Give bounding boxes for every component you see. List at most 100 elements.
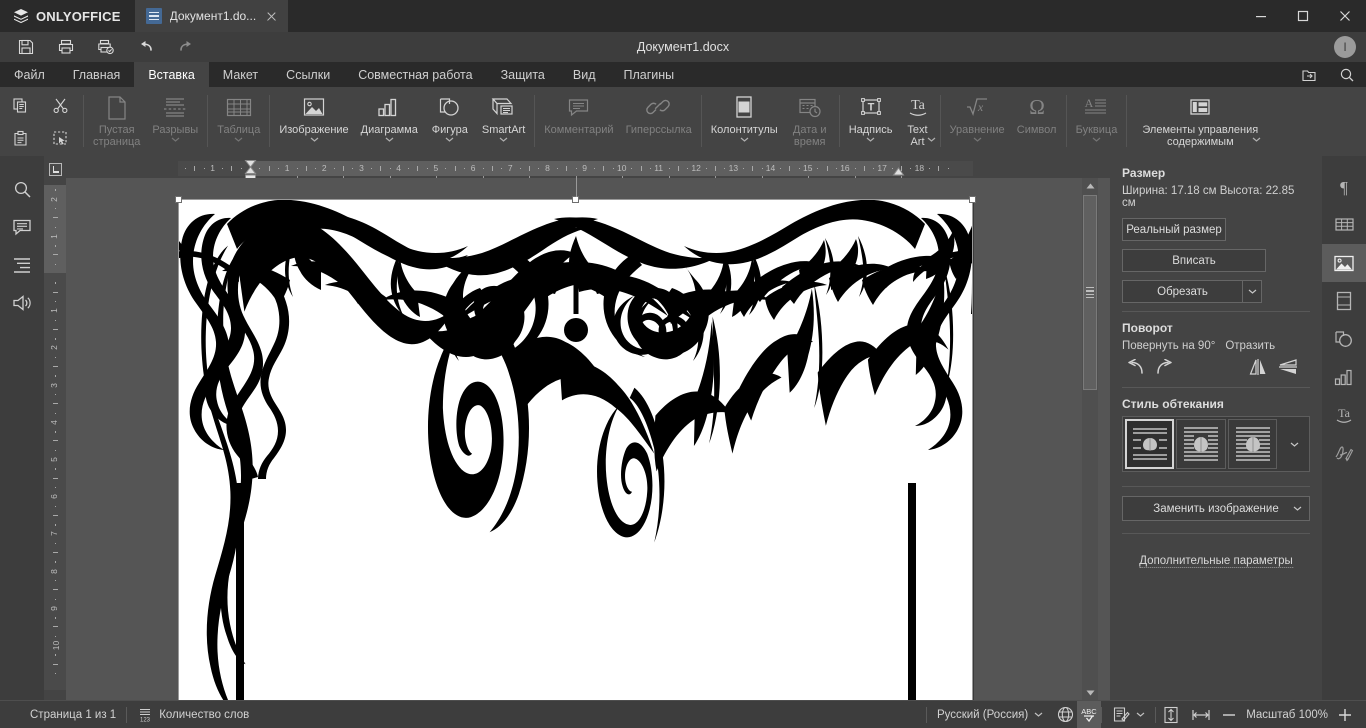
cut-icon[interactable] bbox=[42, 91, 78, 121]
chevron-down-icon[interactable] bbox=[1252, 137, 1261, 142]
maximize-button[interactable] bbox=[1282, 0, 1324, 32]
sidebar-item-headings[interactable] bbox=[0, 246, 44, 284]
document-tab[interactable]: Документ1.do... bbox=[134, 0, 289, 32]
redo-button[interactable] bbox=[166, 32, 206, 62]
sidebar-item-search[interactable] bbox=[0, 170, 44, 208]
chevron-down-icon[interactable] bbox=[310, 137, 319, 142]
wrap-more-options-button[interactable] bbox=[1281, 419, 1307, 469]
sidebar-item-header-footer-settings[interactable] bbox=[1322, 282, 1366, 320]
chevron-down-icon[interactable] bbox=[171, 137, 180, 142]
tab-view[interactable]: Вид bbox=[559, 62, 610, 87]
tab-collaboration[interactable]: Совместная работа bbox=[344, 62, 486, 87]
ribbon-header-footer[interactable]: Колонтитулы bbox=[705, 89, 784, 155]
ribbon-drop-cap[interactable]: A Буквица bbox=[1070, 89, 1124, 155]
sidebar-item-chart-settings[interactable] bbox=[1322, 358, 1366, 396]
horizontal-ruler[interactable]: 1 1 2 3 4 5 6 7 8 9 10 11 12 13 14 15 16 17 18 bbox=[178, 160, 973, 185]
ribbon-comment[interactable]: Комментарий bbox=[538, 89, 619, 155]
wrap-option-square[interactable] bbox=[1176, 419, 1226, 469]
ribbon-equation[interactable]: x Уравнение bbox=[944, 89, 1011, 155]
rotate-counterclockwise-button[interactable] bbox=[1122, 355, 1148, 379]
ribbon-date-time[interactable]: Дата и время bbox=[784, 89, 836, 155]
tab-insert[interactable]: Вставка bbox=[134, 62, 209, 87]
crop-button[interactable]: Обрезать bbox=[1122, 280, 1242, 303]
sidebar-item-shape-settings[interactable] bbox=[1322, 320, 1366, 358]
flip-horizontal-button[interactable] bbox=[1246, 355, 1272, 379]
chevron-down-icon[interactable] bbox=[927, 137, 936, 142]
minimize-button[interactable] bbox=[1240, 0, 1282, 32]
chevron-down-icon[interactable] bbox=[445, 137, 454, 142]
scroll-down-arrow[interactable] bbox=[1082, 685, 1098, 700]
select-all-icon[interactable] bbox=[42, 124, 78, 154]
ribbon-text-art[interactable]: Ta Text Art bbox=[899, 89, 937, 155]
vertical-scrollbar[interactable] bbox=[1082, 178, 1098, 700]
ribbon-symbol[interactable]: Ω Символ bbox=[1011, 89, 1063, 155]
language-selector[interactable]: Русский (Россия) bbox=[927, 701, 1053, 728]
tab-plugins[interactable]: Плагины bbox=[610, 62, 689, 87]
quick-print-button[interactable] bbox=[86, 32, 126, 62]
zoom-level[interactable]: Масштаб 100% bbox=[1242, 701, 1332, 728]
rotate-clockwise-button[interactable] bbox=[1151, 355, 1177, 379]
ribbon-shape[interactable]: Фигура bbox=[424, 89, 476, 155]
tab-stop-selector[interactable] bbox=[44, 160, 66, 178]
spellcheck-button[interactable]: ABC bbox=[1077, 700, 1102, 728]
sidebar-item-signature-settings[interactable] bbox=[1322, 434, 1366, 472]
chevron-down-icon[interactable] bbox=[234, 137, 243, 142]
ribbon-hyperlink[interactable]: Гиперссылка bbox=[620, 89, 698, 155]
flip-vertical-button[interactable] bbox=[1275, 355, 1301, 379]
fit-to-width-button[interactable] bbox=[1186, 701, 1216, 728]
scroll-up-arrow[interactable] bbox=[1082, 178, 1098, 193]
word-count-button[interactable]: 123 Количество слов bbox=[127, 701, 259, 728]
sidebar-item-comments[interactable] bbox=[0, 208, 44, 246]
tab-home[interactable]: Главная bbox=[59, 62, 135, 87]
document-canvas[interactable] bbox=[66, 178, 1110, 700]
track-changes-button[interactable] bbox=[1102, 701, 1155, 728]
close-window-button[interactable] bbox=[1324, 0, 1366, 32]
selection-handle-top-center[interactable] bbox=[572, 196, 579, 203]
save-button[interactable] bbox=[6, 32, 46, 62]
tab-layout[interactable]: Макет bbox=[209, 62, 272, 87]
print-button[interactable] bbox=[46, 32, 86, 62]
sidebar-item-feedback[interactable] bbox=[0, 284, 44, 322]
zoom-out-button[interactable] bbox=[1216, 701, 1242, 728]
chevron-down-icon[interactable] bbox=[866, 137, 875, 142]
chevron-down-icon[interactable] bbox=[1092, 137, 1101, 142]
scrollbar-thumb[interactable] bbox=[1083, 195, 1097, 390]
ribbon-image[interactable]: Изображение bbox=[273, 89, 354, 155]
close-tab-icon[interactable] bbox=[264, 9, 279, 24]
tab-references[interactable]: Ссылки bbox=[272, 62, 344, 87]
chevron-down-icon[interactable] bbox=[973, 137, 982, 142]
sidebar-item-paragraph-settings[interactable]: ¶ bbox=[1322, 168, 1366, 206]
ribbon-text-box[interactable]: T Надпись bbox=[843, 89, 899, 155]
chevron-down-icon[interactable] bbox=[385, 137, 394, 142]
document-page[interactable] bbox=[175, 178, 976, 700]
fit-button[interactable]: Вписать bbox=[1122, 249, 1266, 272]
ribbon-table[interactable]: Таблица bbox=[211, 89, 266, 155]
vertical-ruler[interactable]: 2 1 1 2 3 4 5 6 7 8 9 10 bbox=[44, 185, 66, 690]
ribbon-breaks[interactable]: Разрывы bbox=[146, 89, 204, 155]
set-document-language-button[interactable] bbox=[1053, 701, 1077, 728]
chevron-down-icon[interactable] bbox=[499, 137, 508, 142]
actual-size-button[interactable]: Реальный размер bbox=[1122, 218, 1226, 241]
user-avatar[interactable]: I bbox=[1334, 36, 1356, 58]
paste-icon[interactable] bbox=[2, 124, 38, 154]
undo-button[interactable] bbox=[126, 32, 166, 62]
ribbon-smartart[interactable]: SmartArt bbox=[476, 89, 531, 155]
replace-image-select[interactable]: Заменить изображение bbox=[1122, 496, 1310, 521]
advanced-settings-link[interactable]: Дополнительные параметры bbox=[1139, 555, 1293, 568]
wrap-option-inline[interactable] bbox=[1125, 419, 1175, 469]
copy-icon[interactable] bbox=[2, 91, 38, 121]
sidebar-item-image-settings[interactable] bbox=[1322, 244, 1366, 282]
ribbon-content-controls[interactable]: Элементы управления содержимым bbox=[1130, 89, 1270, 155]
sidebar-item-text-art-settings[interactable]: Ta bbox=[1322, 396, 1366, 434]
chevron-down-icon[interactable] bbox=[740, 137, 749, 142]
tab-protection[interactable]: Защита bbox=[487, 62, 559, 87]
selection-handle-top-left[interactable] bbox=[175, 196, 182, 203]
zoom-in-button[interactable] bbox=[1332, 701, 1358, 728]
tab-file[interactable]: Файл bbox=[0, 62, 59, 87]
crop-dropdown-arrow[interactable] bbox=[1242, 280, 1262, 303]
fit-to-page-button[interactable] bbox=[1156, 701, 1186, 728]
ribbon-chart[interactable]: Диаграмма bbox=[355, 89, 424, 155]
ribbon-blank-page[interactable]: Пустая страница bbox=[87, 89, 146, 155]
sidebar-item-table-settings[interactable] bbox=[1322, 206, 1366, 244]
right-indent-marker[interactable] bbox=[892, 167, 905, 178]
